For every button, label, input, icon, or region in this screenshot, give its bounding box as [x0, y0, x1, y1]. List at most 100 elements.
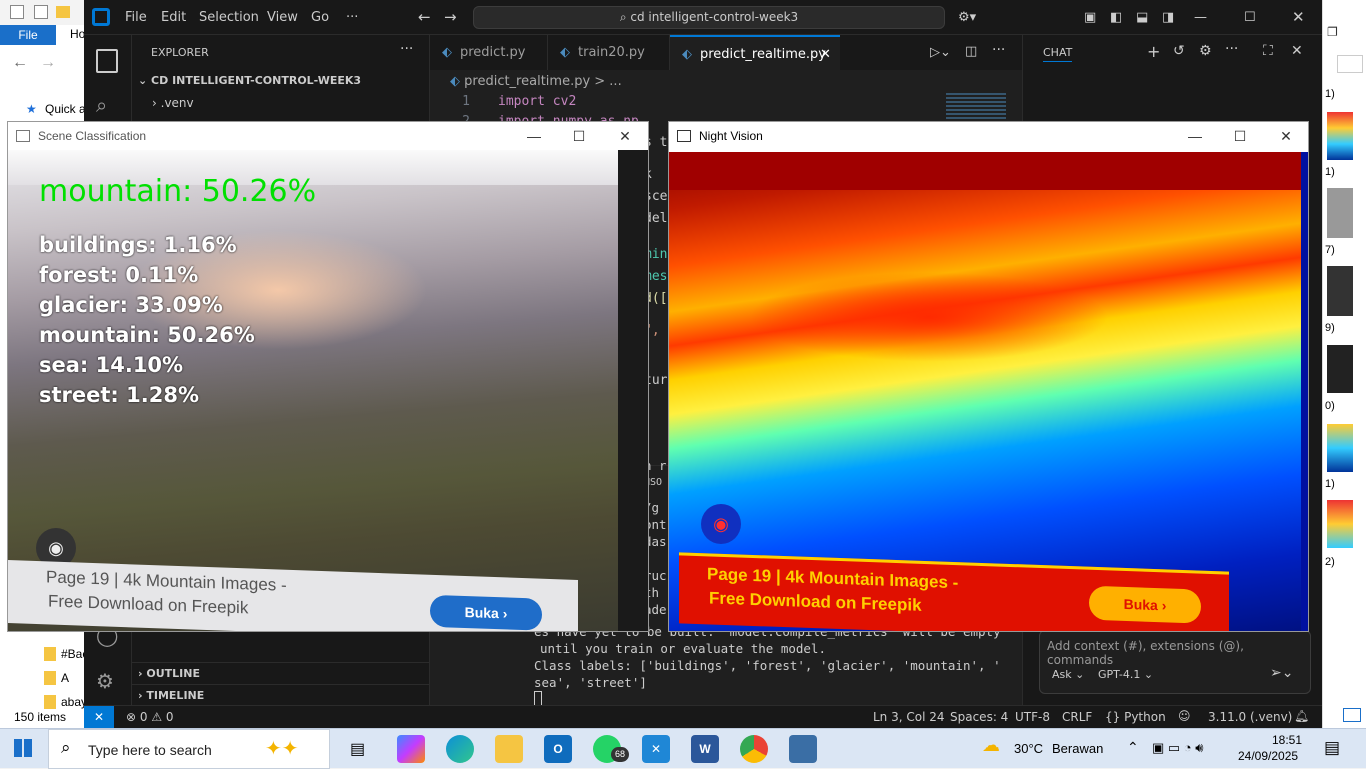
clock-time[interactable]: 18:51 — [1250, 733, 1302, 747]
menu-view[interactable]: View — [267, 0, 298, 35]
back-arrow-icon[interactable]: ← — [418, 0, 431, 35]
chrome-icon[interactable] — [740, 735, 768, 763]
notification-center-icon[interactable]: ▤ — [1324, 738, 1340, 758]
search-icon[interactable]: ⌕ — [96, 93, 107, 117]
tree-item-venv[interactable]: › .venv — [152, 96, 194, 110]
chat-title[interactable]: CHAT — [1043, 46, 1073, 62]
folder-icon — [44, 647, 56, 661]
view-toggle-icon[interactable] — [1343, 708, 1361, 722]
maximize-icon[interactable]: ☐ — [1217, 122, 1263, 150]
python-interpreter[interactable]: 3.11.0 (.venv) — [1208, 710, 1292, 724]
minimize-icon[interactable]: — — [1172, 122, 1218, 150]
explorer-title: EXPLORER — [151, 46, 209, 59]
more-actions-icon[interactable]: ··· — [1225, 41, 1238, 57]
new-chat-icon[interactable]: + — [1147, 42, 1160, 61]
search-box[interactable] — [1337, 55, 1363, 73]
outline-section[interactable]: › OUTLINE — [132, 662, 430, 684]
tab-predict[interactable]: ⬖ predict.py — [430, 35, 548, 70]
language-mode[interactable]: {} Python — [1105, 710, 1166, 724]
windows-start-icon[interactable] — [14, 739, 32, 757]
close-tab-icon[interactable]: ✕ — [820, 37, 831, 72]
file-explorer-icon[interactable] — [495, 735, 523, 763]
folder-item-a[interactable]: A — [61, 671, 69, 685]
more-actions-icon[interactable]: ··· — [992, 42, 1005, 58]
python-app-icon[interactable] — [789, 735, 817, 763]
menu-file[interactable]: File — [125, 0, 147, 35]
maximize-icon[interactable]: ☐ — [1244, 0, 1256, 35]
chat-input-box[interactable]: Add context (#), extensions (@), command… — [1039, 630, 1311, 694]
layout-icon[interactable]: ▣ — [1084, 0, 1096, 35]
notifications-bell-icon[interactable]: 🔔︎ — [1294, 709, 1309, 723]
clock-date[interactable]: 24/09/2025 — [1238, 749, 1298, 763]
menu-more[interactable]: ··· — [346, 0, 358, 35]
breadcrumb[interactable]: ⬖ predict_realtime.py > ... — [450, 74, 622, 89]
copilot-icon[interactable]: ⚙▾ — [958, 0, 976, 35]
app-icon — [677, 130, 691, 142]
warning-count: 0 — [165, 710, 174, 724]
right-num: 1) — [1325, 88, 1335, 100]
warning-icon: ⚠ — [151, 710, 166, 724]
project-folder[interactable]: ⌄ CD INTELLIGENT-CONTROL-WEEK3 — [138, 74, 361, 87]
history-icon[interactable]: ↺ — [1173, 43, 1185, 59]
minimize-icon[interactable]: — — [1194, 0, 1207, 35]
tray-icons[interactable]: ▣ ▭ ◔ 🔊︎ — [1152, 740, 1203, 756]
send-icon[interactable]: ➢⌄ — [1270, 665, 1293, 681]
project-label: CD INTELLIGENT-CONTROL-WEEK3 — [151, 74, 362, 87]
problems-indicator[interactable]: ⊗ 0 ⚠ 0 — [126, 710, 174, 724]
code-line[interactable]: import cv2 — [498, 94, 576, 109]
more-actions-icon[interactable]: ··· — [400, 41, 413, 57]
split-editor-icon[interactable]: ◫ — [965, 44, 977, 59]
word-icon[interactable]: W — [691, 735, 719, 763]
line-ending[interactable]: CRLF — [1062, 710, 1092, 724]
restore-icon[interactable]: ❐ — [1327, 25, 1338, 39]
task-view-icon[interactable]: ▤ — [350, 739, 365, 759]
files-icon[interactable] — [96, 49, 118, 73]
weather-temp[interactable]: 30°C — [1014, 741, 1043, 756]
settings-gear-icon[interactable]: ⚙ — [1199, 43, 1212, 59]
settings-gear-icon[interactable]: ⚙ — [96, 669, 114, 693]
remote-icon[interactable]: ✕ — [84, 706, 114, 729]
run-icon[interactable]: ▷⌄ — [930, 45, 951, 60]
timeline-section[interactable]: › TIMELINE — [132, 684, 430, 706]
secondary-sidebar-icon[interactable]: ◨ — [1162, 0, 1174, 35]
window-title: Night Vision — [699, 129, 763, 143]
menu-selection[interactable]: Selection — [199, 0, 259, 35]
encoding[interactable]: UTF-8 — [1015, 710, 1050, 724]
outlook-icon[interactable]: O — [544, 735, 572, 763]
cursor-position[interactable]: Ln 3, Col 24 — [873, 710, 945, 724]
back-arrow-icon[interactable]: ← — [12, 54, 28, 72]
menu-edit[interactable]: Edit — [161, 0, 186, 35]
menu-go[interactable]: Go — [311, 0, 329, 35]
weather-desc[interactable]: Berawan — [1052, 741, 1103, 756]
forward-arrow-icon[interactable]: → — [444, 0, 457, 35]
maximize-icon[interactable]: ☐ — [556, 122, 602, 150]
outline-label: OUTLINE — [146, 667, 200, 680]
tab-train20[interactable]: ⬖ train20.py — [548, 35, 670, 70]
terminal-output[interactable]: es have yet to be built. `model.compile_… — [534, 623, 1001, 706]
panel-toggle-icon[interactable]: ⬓ — [1136, 0, 1148, 35]
chat-mode-dropdown[interactable]: Ask ⌄ — [1052, 668, 1084, 681]
taskbar-search-box[interactable]: ⌕ Type here to search ✦✦ — [48, 729, 330, 769]
indentation[interactable]: Spaces: 4 — [950, 710, 1008, 724]
sidebar-toggle-icon[interactable]: ◧ — [1110, 0, 1122, 35]
scene-classification-window: Scene Classification — ☐ ✕ ◉ Page 19 | 4… — [7, 121, 649, 632]
copilot-app-icon[interactable] — [397, 735, 425, 763]
vscode-taskbar-icon[interactable]: ✕ — [642, 735, 670, 763]
close-icon[interactable]: ✕ — [602, 122, 648, 150]
edge-browser-icon[interactable] — [446, 735, 474, 763]
copilot-status-icon[interactable]: ☺ — [1178, 709, 1191, 723]
minimize-icon[interactable]: — — [511, 122, 557, 150]
chevron-up-icon[interactable]: ⌃ — [1127, 739, 1139, 756]
close-icon[interactable]: ✕ — [1292, 0, 1305, 35]
command-center-search[interactable]: ⌕ cd intelligent-control-week3 — [473, 6, 945, 29]
quick-access-label[interactable]: Quick a — [45, 102, 86, 116]
file-tab[interactable]: File — [0, 25, 56, 45]
python-icon: ⬖ — [682, 47, 692, 62]
forward-arrow-icon[interactable]: → — [40, 54, 56, 72]
maximize-icon[interactable]: ⛶ — [1263, 43, 1273, 59]
chat-model-dropdown[interactable]: GPT-4.1 ⌄ — [1098, 668, 1153, 681]
tab-predict-realtime[interactable]: ⬖ predict_realtime.py ✕ — [670, 35, 840, 70]
tab-label: train20.py — [578, 45, 645, 60]
close-icon[interactable]: ✕ — [1291, 43, 1303, 59]
close-icon[interactable]: ✕ — [1263, 122, 1308, 150]
